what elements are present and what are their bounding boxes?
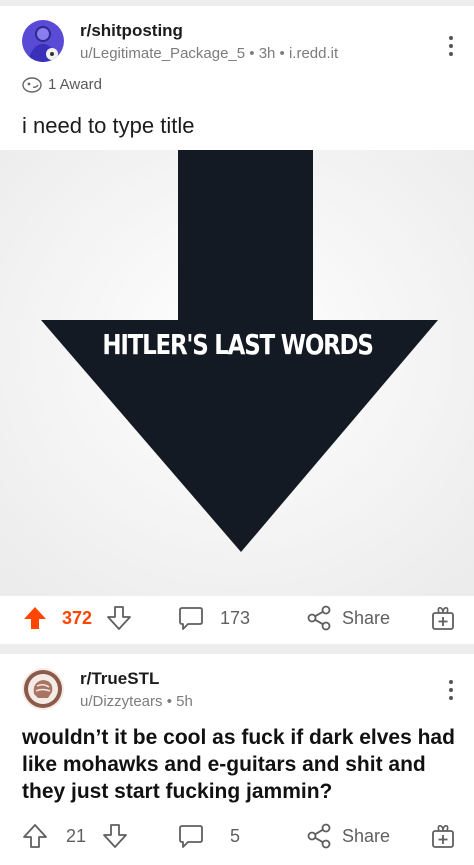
post-actions: 21 5 Share xyxy=(0,816,474,856)
comment-count: 5 xyxy=(230,825,241,846)
post-card[interactable]: r/shitposting u/Legitimate_Package_5 • 3… xyxy=(0,6,474,644)
post-title[interactable]: wouldn’t it be cool as fuck if dark elve… xyxy=(22,724,462,805)
share-icon xyxy=(307,605,331,631)
post-image[interactable]: HITLER'S LAST WORDS xyxy=(0,150,474,596)
vote-count: 21 xyxy=(66,825,87,846)
upvote-icon[interactable] xyxy=(22,605,48,631)
share-icon xyxy=(307,823,331,849)
downvote-icon[interactable] xyxy=(102,823,128,849)
subreddit-avatar[interactable] xyxy=(22,20,64,62)
share-button[interactable]: Share xyxy=(306,598,390,638)
post-actions: 372 173 Share xyxy=(0,598,474,638)
post-card[interactable]: r/TrueSTL u/Dizzytears • 5h wouldn’t it … xyxy=(0,654,474,865)
subreddit-avatar[interactable] xyxy=(22,668,64,710)
share-button[interactable]: Share xyxy=(306,816,390,856)
gift-icon xyxy=(432,607,454,630)
award-badge[interactable]: 1 Award xyxy=(22,76,102,93)
give-award-button[interactable] xyxy=(430,816,456,856)
comments-button[interactable]: 173 xyxy=(178,598,250,638)
upvote-icon[interactable] xyxy=(22,823,48,849)
gift-icon xyxy=(432,825,454,848)
post-meta: r/TrueSTL u/Dizzytears • 5h xyxy=(80,668,420,713)
more-options-icon[interactable] xyxy=(444,34,458,58)
subreddit-name[interactable]: r/shitposting xyxy=(80,20,420,42)
down-arrow-image xyxy=(0,150,474,596)
image-caption: HITLER'S LAST WORDS xyxy=(102,328,374,361)
share-label: Share xyxy=(342,607,391,628)
give-award-button[interactable] xyxy=(430,598,456,638)
share-label: Share xyxy=(342,825,391,846)
post-title[interactable]: i need to type title xyxy=(22,112,194,140)
comments-button[interactable]: 5 xyxy=(178,816,240,856)
comment-count: 173 xyxy=(220,607,251,628)
post-meta: r/shitposting u/Legitimate_Package_5 • 3… xyxy=(80,20,420,65)
downvote-icon[interactable] xyxy=(106,605,132,631)
more-options-icon[interactable] xyxy=(444,678,458,702)
post-byline: u/Dizzytears • 5h xyxy=(80,693,193,710)
comment-icon xyxy=(179,825,203,848)
vote-count: 372 xyxy=(62,607,93,628)
award-icon xyxy=(22,76,42,93)
comment-icon xyxy=(179,607,203,630)
vote-group: 372 xyxy=(22,598,132,638)
vote-group: 21 xyxy=(22,816,128,856)
subreddit-name[interactable]: r/TrueSTL xyxy=(80,668,420,690)
award-count: 1 Award xyxy=(48,76,102,93)
post-byline: u/Legitimate_Package_5 • 3h • i.redd.it xyxy=(80,45,339,62)
